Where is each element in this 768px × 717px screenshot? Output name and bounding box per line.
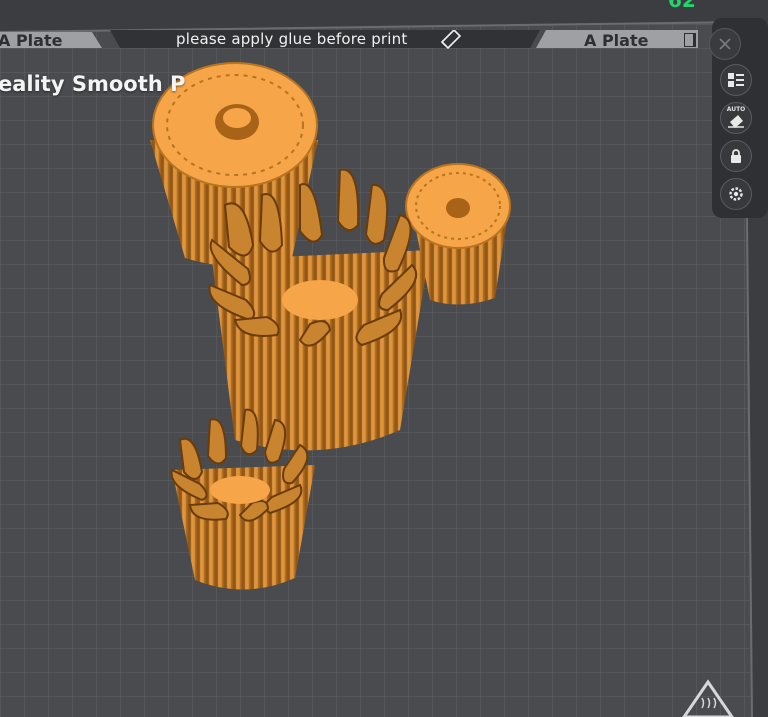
glue-notice: please apply glue before print [176, 30, 408, 48]
top-indicator: 62 [668, 0, 696, 12]
lock-icon [731, 149, 741, 163]
close-icon [719, 38, 731, 50]
filament-label: eality Smooth P [0, 72, 186, 96]
lock-button[interactable] [720, 140, 752, 172]
pencil-icon [440, 28, 462, 50]
arrange-button[interactable] [720, 64, 752, 96]
arrange-icon [728, 73, 744, 87]
right-plate-tab-label[interactable]: A Plate [584, 31, 648, 50]
build-plate-viewport[interactable] [0, 0, 768, 717]
auto-orient-button[interactable]: AUTO [720, 102, 752, 134]
left-plate-tab-label[interactable]: A Plate [0, 31, 62, 50]
gear-icon [729, 187, 743, 201]
settings-button[interactable] [720, 178, 752, 210]
close-plate-button[interactable] [709, 28, 741, 60]
plate-tab-end-icon [684, 33, 696, 47]
edit-plate-name-button[interactable] [438, 28, 464, 50]
auto-label: AUTO [726, 106, 746, 113]
